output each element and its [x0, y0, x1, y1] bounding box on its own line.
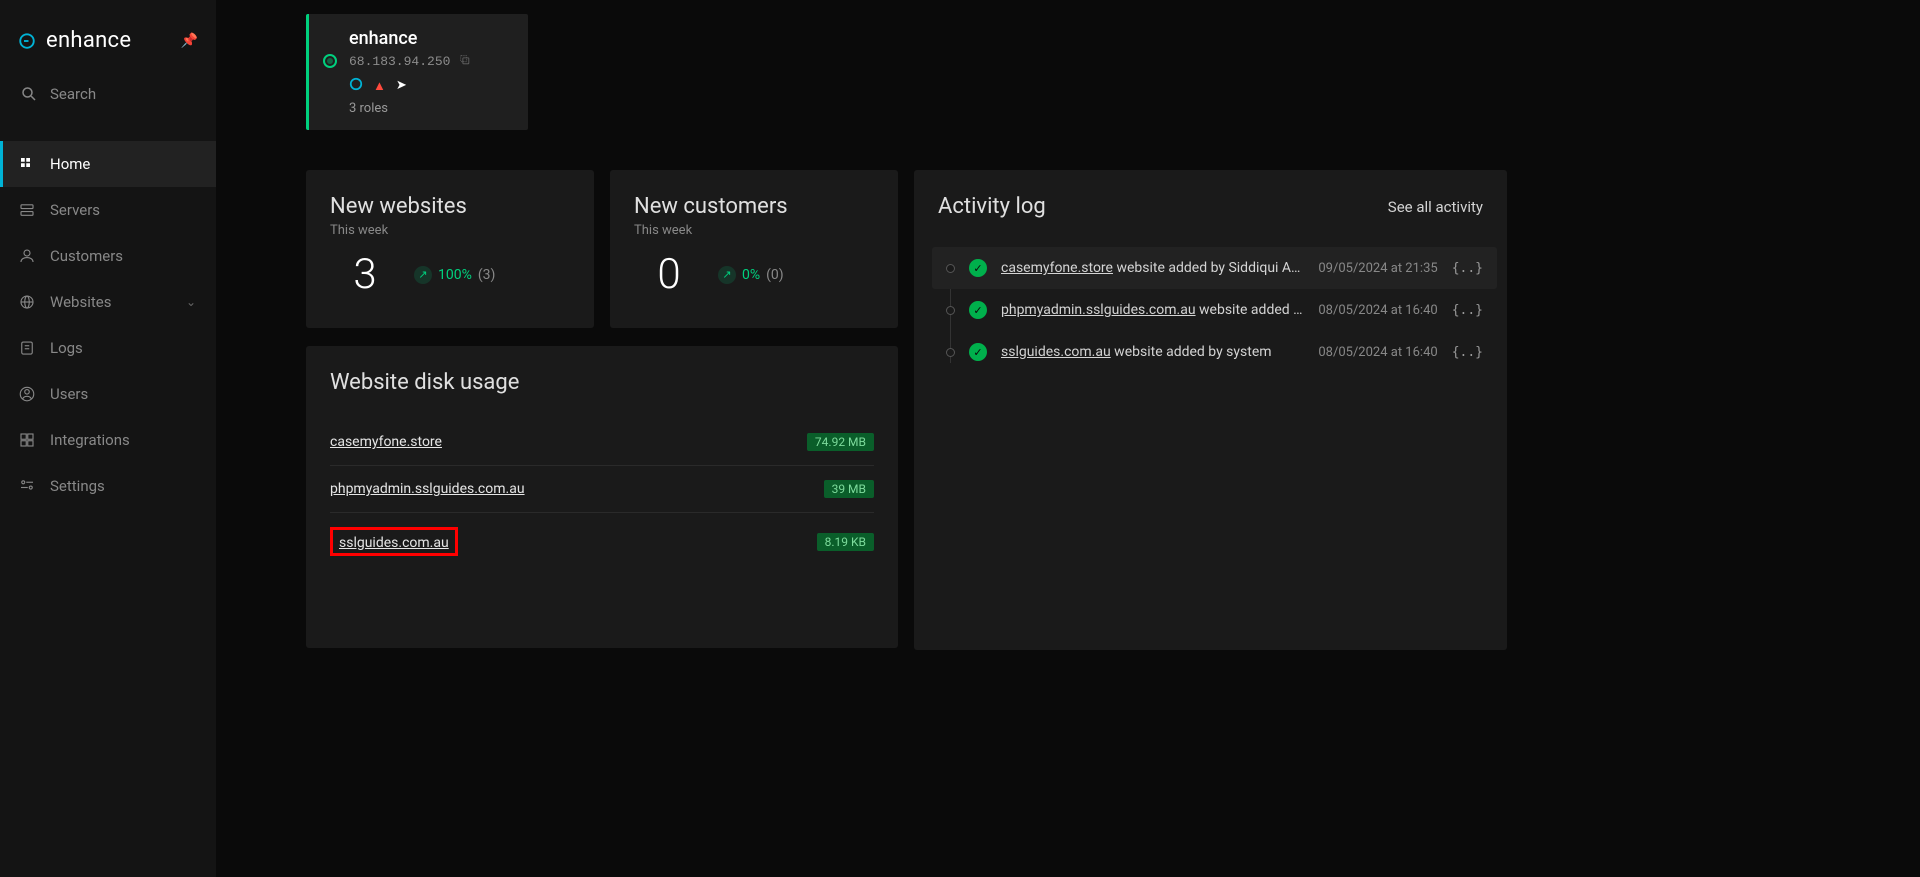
disk-row: phpmyadmin.sslguides.com.au 39 MB — [330, 466, 874, 513]
nav-label: Home — [50, 155, 90, 173]
nav-label: Integrations — [50, 431, 130, 449]
nav-label: Websites — [50, 293, 111, 311]
json-icon[interactable]: {..} — [1452, 345, 1483, 360]
activity-timeline: ✓ casemyfone.store website added by Sidd… — [946, 247, 1483, 373]
nav-item-integrations[interactable]: Integrations — [0, 417, 216, 463]
nav-label: Users — [50, 385, 88, 403]
activity-row[interactable]: ✓ casemyfone.store website added by Sidd… — [932, 247, 1497, 289]
nav-label: Logs — [50, 339, 83, 357]
nav-label: Servers — [50, 201, 100, 219]
stat-subtitle: This week — [634, 223, 874, 238]
nav-item-servers[interactable]: Servers — [0, 187, 216, 233]
enhance-role-icon — [349, 76, 363, 95]
nav-label: Customers — [50, 247, 123, 265]
integrations-icon — [18, 431, 36, 449]
search-icon — [20, 85, 38, 103]
activity-row[interactable]: ✓ phpmyadmin.sslguides.com.au website ad… — [946, 289, 1483, 331]
send-role-icon: ➤ — [396, 78, 407, 93]
stat-title: New customers — [634, 194, 874, 219]
pin-icon[interactable]: 📌 — [181, 33, 198, 49]
activity-text: sslguides.com.au website added by system — [1001, 344, 1304, 360]
see-all-link[interactable]: See all activity — [1388, 198, 1483, 216]
check-icon: ✓ — [969, 301, 987, 319]
json-icon[interactable]: {..} — [1452, 261, 1483, 276]
card-title: Website disk usage — [330, 370, 874, 395]
brand-name: enhance — [46, 28, 171, 53]
nav-item-users[interactable]: Users — [0, 371, 216, 417]
stat-card-websites: New websites This week 3 ↗ 100% (3) — [306, 170, 594, 328]
sidebar: enhance 📌 Search Home Servers Customers … — [0, 0, 216, 877]
nav-item-websites[interactable]: Websites ⌄ — [0, 279, 216, 325]
disk-size-badge: 39 MB — [824, 480, 874, 498]
json-icon[interactable]: {..} — [1452, 303, 1483, 318]
copy-icon[interactable] — [458, 53, 471, 70]
activity-log-card: Activity log See all activity ✓ casemyfo… — [914, 170, 1507, 650]
main-content: enhance 68.183.94.250 ▲ ➤ 3 roles New we… — [216, 0, 1920, 877]
disk-row: sslguides.com.au 8.19 KB — [330, 513, 874, 570]
disk-site-link[interactable]: phpmyadmin.sslguides.com.au — [330, 481, 525, 497]
nav-item-settings[interactable]: Settings — [0, 463, 216, 509]
nav-item-logs[interactable]: Logs — [0, 325, 216, 371]
logs-icon — [18, 339, 36, 357]
highlighted-site: sslguides.com.au — [330, 527, 458, 556]
chevron-down-icon: ⌄ — [186, 295, 196, 309]
logo-icon — [18, 32, 36, 50]
flame-role-icon: ▲ — [373, 78, 386, 94]
server-roles-text: 3 roles — [349, 101, 514, 116]
activity-time: 08/05/2024 at 16:40 — [1318, 345, 1437, 360]
activity-time: 09/05/2024 at 21:35 — [1318, 261, 1437, 276]
timeline-dot-icon — [946, 264, 955, 273]
activity-text: casemyfone.store website added by Siddiq… — [1001, 260, 1304, 276]
status-indicator-icon — [323, 54, 337, 68]
stat-value: 0 — [634, 250, 704, 299]
disk-site-link[interactable]: sslguides.com.au — [339, 535, 449, 551]
trend-up-icon: ↗ — [414, 266, 432, 284]
servers-icon — [18, 201, 36, 219]
activity-row[interactable]: ✓ sslguides.com.au website added by syst… — [946, 331, 1483, 373]
search-label: Search — [50, 85, 96, 103]
stat-card-customers: New customers This week 0 ↗ 0% (0) — [610, 170, 898, 328]
check-icon: ✓ — [969, 259, 987, 277]
nav-item-customers[interactable]: Customers — [0, 233, 216, 279]
disk-row: casemyfone.store 74.92 MB — [330, 419, 874, 466]
nav-item-home[interactable]: Home — [0, 141, 216, 187]
stat-subtitle: This week — [330, 223, 570, 238]
settings-icon — [18, 477, 36, 495]
disk-usage-card: Website disk usage casemyfone.store 74.9… — [306, 346, 898, 648]
check-icon: ✓ — [969, 343, 987, 361]
stat-trend: ↗ 100% (3) — [414, 266, 495, 284]
timeline-dot-icon — [946, 306, 955, 315]
stat-value: 3 — [330, 250, 400, 299]
stat-title: New websites — [330, 194, 570, 219]
customers-icon — [18, 247, 36, 265]
server-role-icons: ▲ ➤ — [349, 76, 514, 95]
disk-site-link[interactable]: casemyfone.store — [330, 434, 442, 450]
search-button[interactable]: Search — [0, 71, 216, 117]
nav-label: Settings — [50, 477, 105, 495]
disk-size-badge: 74.92 MB — [807, 433, 874, 451]
server-ip: 68.183.94.250 — [349, 53, 514, 70]
activity-time: 08/05/2024 at 16:40 — [1318, 303, 1437, 318]
server-name: enhance — [349, 28, 514, 49]
trend-up-icon: ↗ — [718, 266, 736, 284]
nav: Home Servers Customers Websites ⌄ Logs U… — [0, 141, 216, 509]
disk-size-badge: 8.19 KB — [817, 533, 874, 551]
stat-trend: ↗ 0% (0) — [718, 266, 784, 284]
logo-row: enhance 📌 — [0, 20, 216, 71]
card-title: Activity log — [938, 194, 1046, 219]
server-card[interactable]: enhance 68.183.94.250 ▲ ➤ 3 roles — [306, 14, 528, 130]
timeline-dot-icon — [946, 348, 955, 357]
home-icon — [18, 155, 36, 173]
users-icon — [18, 385, 36, 403]
activity-text: phpmyadmin.sslguides.com.au website adde… — [1001, 302, 1304, 318]
websites-icon — [18, 293, 36, 311]
